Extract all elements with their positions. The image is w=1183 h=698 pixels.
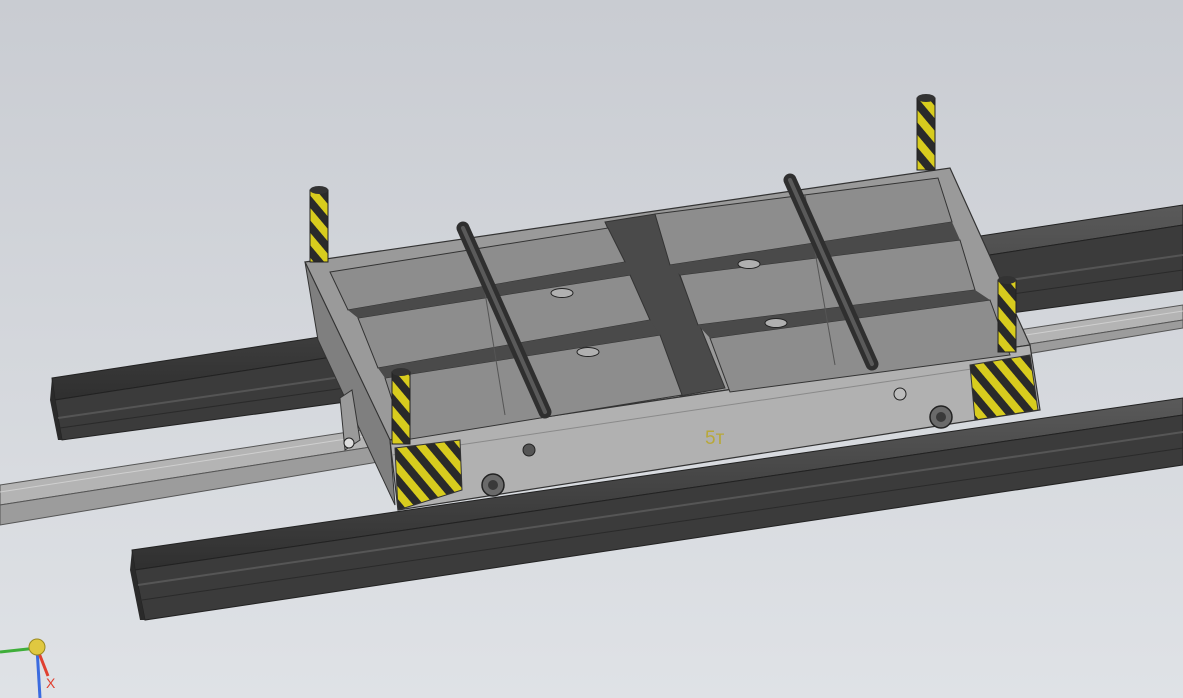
capacity-label: 5т [705,428,725,449]
warning-post-back-left [309,186,329,263]
3d-viewport[interactable]: 5т X [0,0,1183,698]
warning-post-front-right [997,276,1017,353]
model-scene[interactable]: 5т X [0,0,1183,698]
triad-x-label: X [46,675,56,691]
triad-origin [28,638,46,656]
warning-post-back-right [916,94,936,171]
hazard-panel-right [969,354,1039,421]
warning-post-front-left [391,368,411,445]
